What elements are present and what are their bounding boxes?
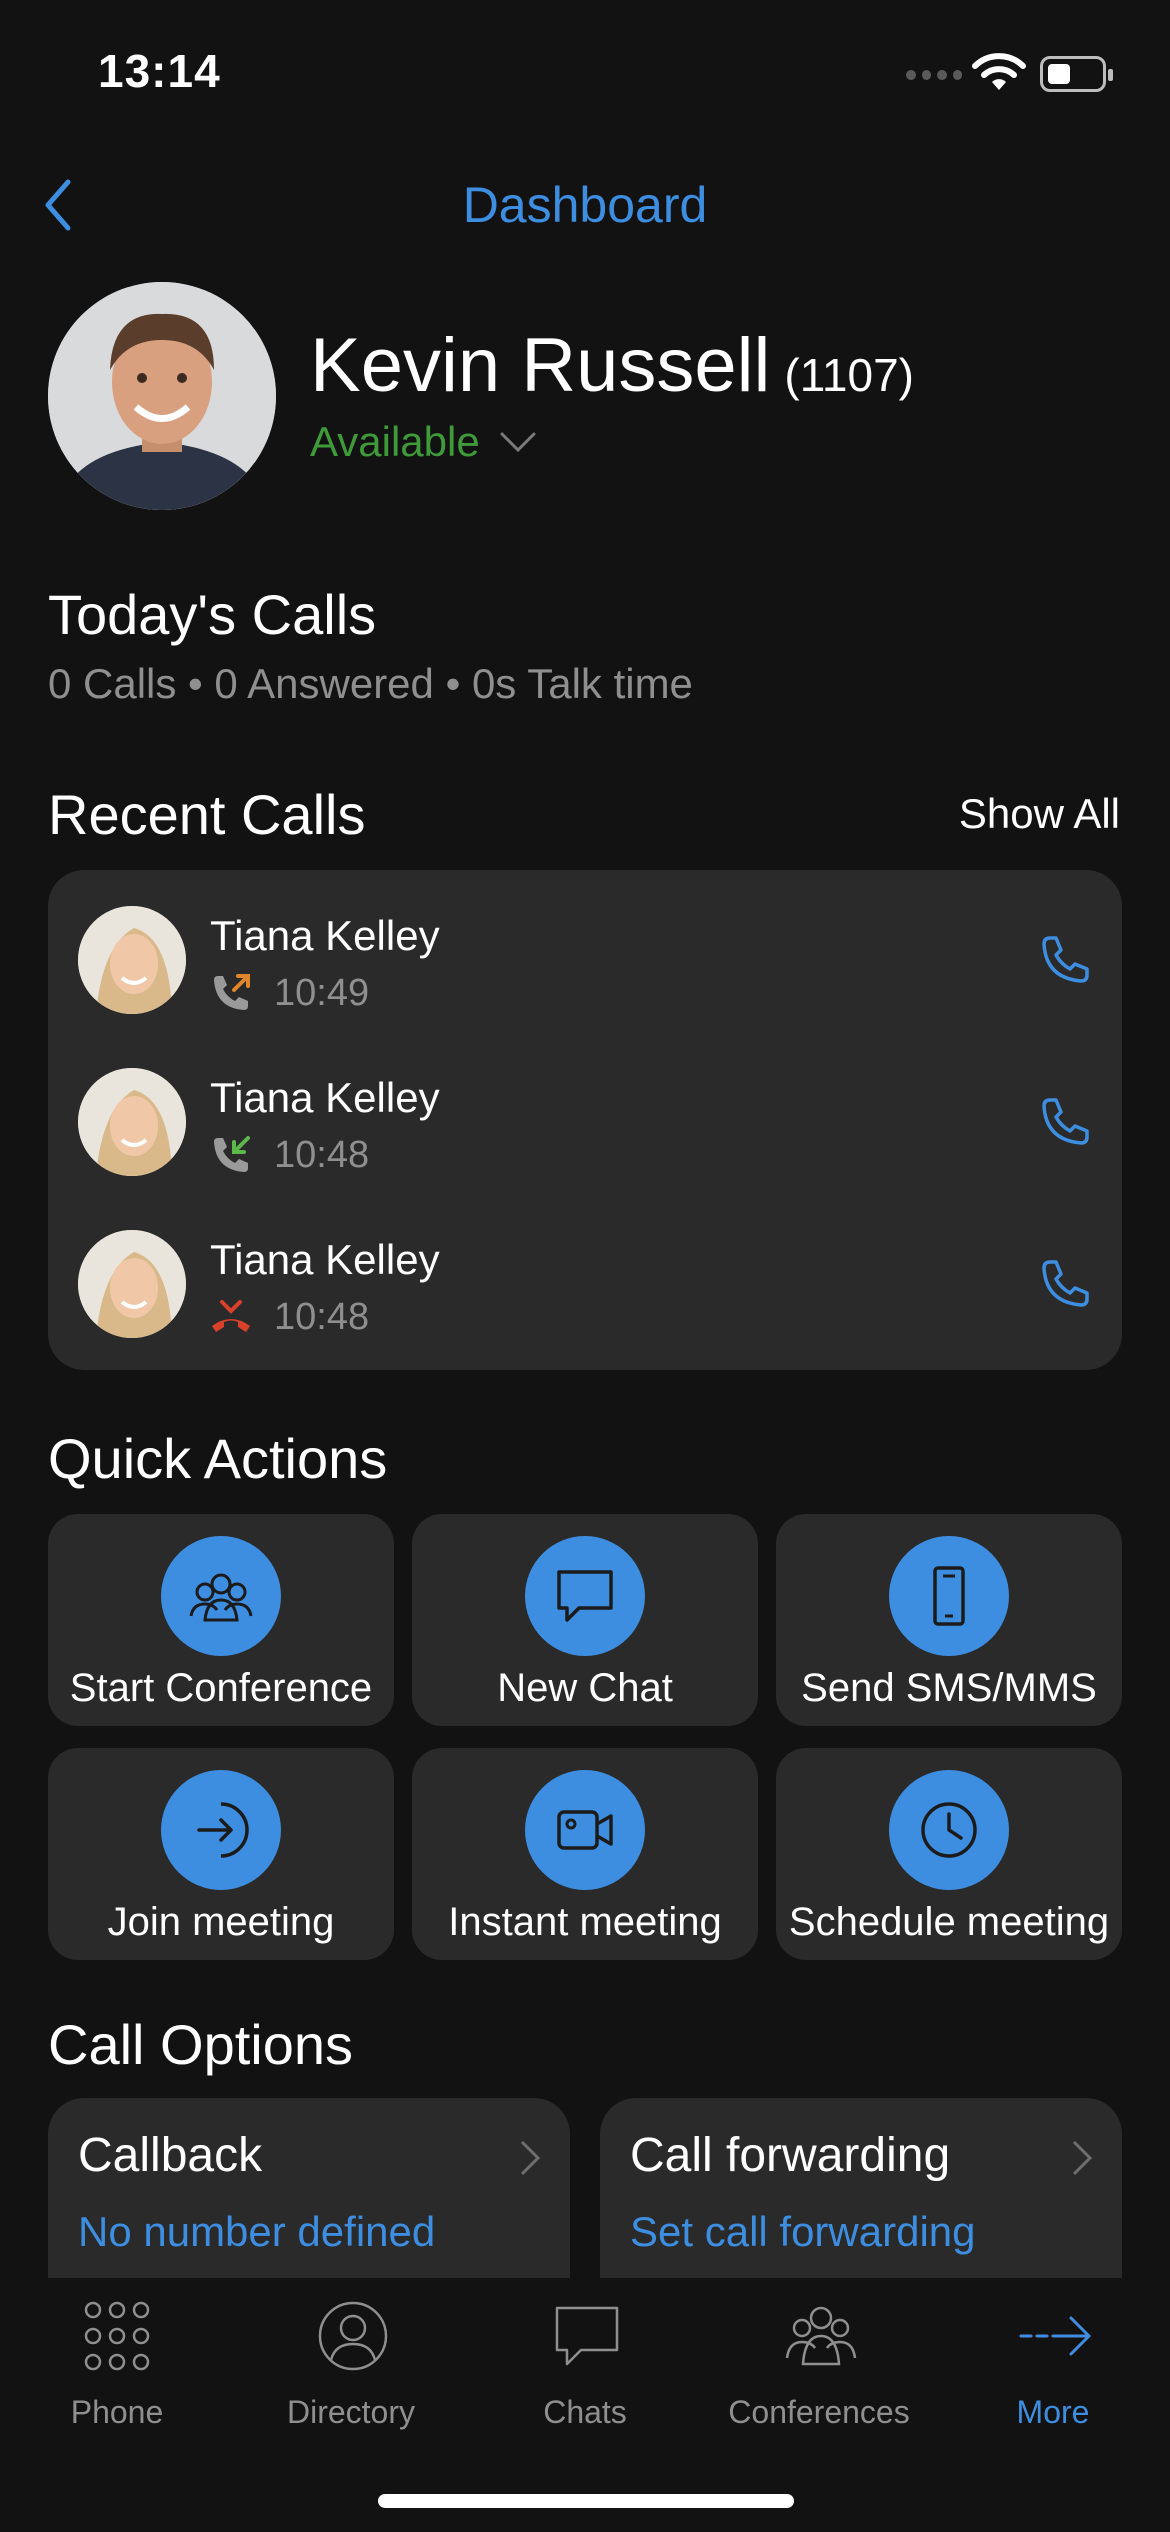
callback-option[interactable]: Callback No number defined bbox=[48, 2098, 570, 2278]
call-forwarding-value: Set call forwarding bbox=[630, 2208, 976, 2255]
presence-status: Available bbox=[310, 418, 480, 465]
chevron-right-icon bbox=[520, 2140, 541, 2176]
tab-chats[interactable]: Chats bbox=[468, 2280, 702, 2430]
call-forwarding-title: Call forwarding bbox=[630, 2129, 951, 2182]
contact-avatar bbox=[78, 1230, 186, 1338]
tab-label: Chats bbox=[543, 2394, 627, 2430]
new-chat-button[interactable]: New Chat bbox=[412, 1514, 758, 1726]
schedule-meeting-button[interactable]: Schedule meeting bbox=[776, 1748, 1122, 1960]
presence-dropdown[interactable]: Available bbox=[310, 418, 538, 466]
phone-call-icon[interactable] bbox=[1034, 930, 1094, 990]
show-all-link[interactable]: Show All bbox=[959, 790, 1120, 838]
group-icon bbox=[785, 2306, 857, 2366]
tab-more[interactable]: More bbox=[936, 2280, 1170, 2430]
callback-title: Callback bbox=[78, 2129, 263, 2182]
quick-action-label: Join meeting bbox=[107, 1900, 335, 1944]
status-time: 13:14 bbox=[98, 45, 221, 97]
call-forwarding-option[interactable]: Call forwarding Set call forwarding bbox=[600, 2098, 1122, 2278]
todays-calls-title: Today's Calls bbox=[48, 583, 377, 646]
wifi-icon bbox=[972, 53, 1026, 90]
todays-calls-summary: 0 Calls • 0 Answered • 0s Talk time bbox=[48, 660, 693, 707]
phone-call-icon[interactable] bbox=[1034, 1254, 1094, 1314]
cellular-signal-icon bbox=[906, 70, 962, 82]
call-time: 10:48 bbox=[274, 1134, 370, 1176]
outgoing-call-icon bbox=[214, 974, 250, 1010]
chat-icon bbox=[555, 2306, 619, 2366]
dialpad-icon bbox=[84, 2301, 150, 2371]
arrow-right-icon bbox=[1019, 2316, 1091, 2356]
join-meeting-button[interactable]: Join meeting bbox=[48, 1748, 394, 1960]
profile-name-text: Kevin Russell bbox=[310, 323, 771, 408]
video-camera-icon bbox=[557, 1810, 613, 1850]
contact-avatar bbox=[78, 1068, 186, 1176]
mobile-phone-icon bbox=[933, 1566, 965, 1626]
call-contact-name: Tiana Kelley bbox=[210, 1236, 440, 1283]
call-time: 10:48 bbox=[274, 1296, 370, 1338]
missed-call-icon bbox=[212, 1300, 250, 1332]
tab-directory[interactable]: Directory bbox=[234, 2280, 468, 2430]
call-contact-name: Tiana Kelley bbox=[210, 912, 440, 959]
call-options-title: Call Options bbox=[48, 2013, 354, 2076]
page-title: Dashboard bbox=[462, 177, 708, 233]
quick-actions-title: Quick Actions bbox=[48, 1427, 388, 1490]
chevron-right-icon bbox=[1072, 2140, 1093, 2176]
call-contact-name: Tiana Kelley bbox=[210, 1074, 440, 1121]
profile-extension: (1107) bbox=[784, 349, 914, 401]
recent-call-row[interactable]: Tiana Kelley 10:48 bbox=[48, 1032, 1122, 1194]
recent-calls-title: Recent Calls bbox=[48, 783, 366, 846]
quick-action-label: Instant meeting bbox=[448, 1900, 722, 1944]
join-arrow-icon bbox=[197, 1802, 249, 1858]
tab-conferences[interactable]: Conferences bbox=[702, 2280, 936, 2430]
quick-action-label: Send SMS/MMS bbox=[801, 1666, 1097, 1710]
recent-calls-list: Tiana Kelley 10:49 Tiana Kelley 10:48 Ti… bbox=[48, 870, 1122, 1370]
recent-call-row[interactable]: Tiana Kelley 10:48 bbox=[48, 1194, 1122, 1356]
chat-bubble-icon bbox=[557, 1570, 613, 1622]
phone-call-icon[interactable] bbox=[1034, 1092, 1094, 1152]
home-indicator[interactable] bbox=[378, 2494, 794, 2508]
quick-action-label: Start Conference bbox=[69, 1666, 373, 1710]
tab-label: More bbox=[1016, 2394, 1090, 2430]
recent-call-row[interactable]: Tiana Kelley 10:49 bbox=[48, 870, 1122, 1032]
profile-avatar[interactable] bbox=[48, 282, 276, 510]
tab-label: Directory bbox=[286, 2394, 415, 2430]
call-time: 10:49 bbox=[274, 972, 370, 1014]
incoming-call-icon bbox=[214, 1136, 250, 1172]
conference-icon bbox=[189, 1573, 253, 1622]
callback-value: No number defined bbox=[78, 2208, 436, 2255]
tab-label: Phone bbox=[70, 2394, 164, 2430]
person-icon bbox=[318, 2301, 388, 2371]
profile-name: Kevin Russell (1107) bbox=[310, 322, 914, 409]
quick-action-label: Schedule meeting bbox=[788, 1900, 1110, 1944]
contact-avatar bbox=[78, 906, 186, 1014]
battery-icon bbox=[1040, 56, 1113, 92]
chevron-down-icon bbox=[500, 432, 536, 453]
send-sms-button[interactable]: Send SMS/MMS bbox=[776, 1514, 1122, 1726]
quick-action-label: New Chat bbox=[497, 1666, 673, 1710]
instant-meeting-button[interactable]: Instant meeting bbox=[412, 1748, 758, 1960]
tab-label: Conferences bbox=[728, 2394, 910, 2430]
start-conference-button[interactable]: Start Conference bbox=[48, 1514, 394, 1726]
tab-phone[interactable]: Phone bbox=[0, 2280, 234, 2430]
clock-icon bbox=[921, 1802, 977, 1858]
